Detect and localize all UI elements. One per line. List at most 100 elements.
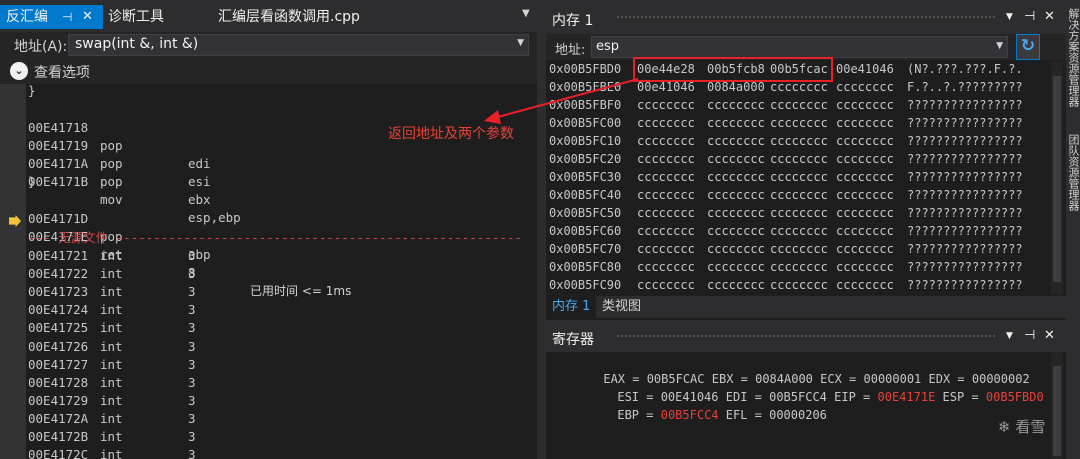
memory-word[interactable]: cccccccc: [770, 168, 828, 186]
close-icon[interactable]: ✕: [82, 5, 93, 29]
memory-word[interactable]: cccccccc: [637, 258, 695, 276]
vertical-scrollbar[interactable]: [524, 84, 537, 459]
chevron-down-icon[interactable]: ▼: [517, 38, 524, 48]
memory-ascii[interactable]: F.?..?.?????????: [907, 78, 1023, 96]
memory-word[interactable]: cccccccc: [770, 240, 828, 258]
tab-disassembly[interactable]: 反汇编 ⊣ ✕: [0, 5, 103, 29]
memory-word[interactable]: cccccccc: [707, 222, 765, 240]
memory-word[interactable]: 00e41046: [836, 60, 894, 78]
close-icon[interactable]: ✕: [1044, 9, 1055, 24]
pane-splitter[interactable]: [537, 0, 546, 459]
memory-ascii[interactable]: ????????????????: [907, 276, 1023, 294]
memory-word[interactable]: cccccccc: [770, 204, 828, 222]
memory-scrollbar[interactable]: [1051, 62, 1063, 294]
memory-word[interactable]: cccccccc: [637, 276, 695, 294]
chevron-down-icon[interactable]: ▼: [996, 41, 1003, 51]
memory-word[interactable]: cccccccc: [707, 276, 765, 294]
memory-word[interactable]: cccccccc: [770, 276, 828, 294]
memory-word[interactable]: cccccccc: [637, 168, 695, 186]
memory-word[interactable]: cccccccc: [836, 132, 894, 150]
memory-word[interactable]: cccccccc: [836, 258, 894, 276]
memory-word[interactable]: cccccccc: [836, 186, 894, 204]
memory-word[interactable]: cccccccc: [836, 204, 894, 222]
code-line[interactable]: 00E41718 pop edi: [28, 101, 211, 171]
memory-word[interactable]: cccccccc: [836, 240, 894, 258]
tab-memory-1[interactable]: 内存 1: [546, 296, 597, 318]
pin-icon[interactable]: ⊣: [1024, 328, 1035, 343]
memory-ascii[interactable]: ????????????????: [907, 222, 1023, 240]
registers-list[interactable]: EAX = 00B5FCAC EBX = 0084A000 ECX = 0000…: [546, 352, 1051, 459]
register-efl[interactable]: EFL = 00000206: [726, 408, 827, 422]
memory-ascii[interactable]: ????????????????: [907, 132, 1023, 150]
close-icon[interactable]: ✕: [1044, 328, 1055, 343]
memory-word[interactable]: cccccccc: [836, 96, 894, 114]
solution-explorer-tab[interactable]: 解决方案资源管理器: [1067, 8, 1080, 107]
memory-word[interactable]: cccccccc: [707, 168, 765, 186]
memory-word[interactable]: cccccccc: [637, 222, 695, 240]
memory-address-combobox[interactable]: esp ▼: [591, 36, 1008, 58]
scroll-thumb[interactable]: [1053, 76, 1061, 282]
memory-word[interactable]: cccccccc: [836, 168, 894, 186]
memory-word[interactable]: cccccccc: [836, 150, 894, 168]
register-esp-value[interactable]: 00B5FBD0: [986, 390, 1044, 404]
memory-word[interactable]: cccccccc: [707, 186, 765, 204]
window-menu-dropdown-icon[interactable]: ▼: [1006, 331, 1013, 341]
memory-word[interactable]: cccccccc: [707, 96, 765, 114]
memory-word[interactable]: cccccccc: [836, 276, 894, 294]
refresh-button[interactable]: ↻: [1016, 34, 1040, 60]
memory-word[interactable]: cccccccc: [770, 258, 828, 276]
memory-ascii[interactable]: ????????????????: [907, 168, 1023, 186]
view-options-label[interactable]: 查看选项: [34, 62, 90, 82]
pin-icon[interactable]: ⊣: [1024, 9, 1035, 24]
memory-ascii[interactable]: ????????????????: [907, 240, 1023, 258]
memory-word[interactable]: cccccccc: [770, 186, 828, 204]
window-menu-dropdown-icon[interactable]: ▼: [1006, 12, 1013, 22]
memory-word[interactable]: cccccccc: [836, 78, 894, 96]
registers-scrollbar[interactable]: [1051, 352, 1063, 459]
register-ebp-value[interactable]: 00B5FCC4: [661, 408, 719, 422]
pin-icon[interactable]: ⊣: [62, 5, 72, 29]
tab-source-file[interactable]: 汇编层看函数调用.cpp: [218, 5, 360, 29]
code-line-current[interactable]: 00E4171E ret 8 已用时间 <= 1ms: [28, 210, 351, 298]
memory-word[interactable]: cccccccc: [707, 132, 765, 150]
memory-word[interactable]: cccccccc: [707, 258, 765, 276]
memory-word[interactable]: cccccccc: [637, 186, 695, 204]
memory-ascii[interactable]: ????????????????: [907, 258, 1023, 276]
memory-word[interactable]: cccccccc: [707, 204, 765, 222]
title-grip[interactable]: [616, 334, 996, 339]
team-explorer-tab[interactable]: 团队资源管理器: [1067, 134, 1080, 211]
memory-word[interactable]: cccccccc: [836, 222, 894, 240]
memory-word[interactable]: cccccccc: [770, 222, 828, 240]
memory-word[interactable]: cccccccc: [637, 204, 695, 222]
memory-ascii[interactable]: ????????????????: [907, 150, 1023, 168]
memory-word[interactable]: cccccccc: [770, 114, 828, 132]
indicator-margin[interactable]: [0, 84, 26, 459]
memory-ascii[interactable]: (N?.???.???.F.?.: [907, 60, 1023, 78]
memory-word[interactable]: cccccccc: [770, 150, 828, 168]
memory-word[interactable]: cccccccc: [707, 150, 765, 168]
code-line[interactable]: 00E41719 pop esi: [28, 119, 211, 189]
tab-list-dropdown-icon[interactable]: ▼: [522, 8, 530, 19]
code-line[interactable]: 00E4171B mov esp,ebp: [28, 155, 241, 225]
memory-word[interactable]: cccccccc: [707, 114, 765, 132]
view-options-row[interactable]: ⌄ 查看选项: [0, 58, 537, 84]
code-line[interactable]: 00E4171D pop ebp: [28, 192, 211, 262]
memory-word[interactable]: cccccccc: [770, 132, 828, 150]
memory-word[interactable]: cccccccc: [836, 114, 894, 132]
memory-word[interactable]: cccccccc: [707, 240, 765, 258]
memory-ascii[interactable]: ????????????????: [907, 204, 1023, 222]
scroll-thumb[interactable]: [1053, 366, 1061, 456]
address-combobox[interactable]: swap(int &, int &) ▼: [68, 34, 529, 56]
tab-class-view[interactable]: 类视图: [602, 296, 641, 318]
memory-word[interactable]: cccccccc: [637, 240, 695, 258]
memory-word[interactable]: cccccccc: [637, 132, 695, 150]
register-eip-value[interactable]: 00E4171E: [878, 390, 936, 404]
tab-diagnostic-tools[interactable]: 诊断工具: [108, 5, 164, 29]
title-grip[interactable]: [616, 15, 996, 20]
memory-ascii[interactable]: ????????????????: [907, 186, 1023, 204]
chevron-down-circle-icon[interactable]: ⌄: [10, 62, 28, 80]
memory-word[interactable]: cccccccc: [637, 150, 695, 168]
memory-ascii[interactable]: ????????????????: [907, 114, 1023, 132]
code-line[interactable]: 00E4171A pop ebx: [28, 137, 211, 207]
memory-word[interactable]: cccccccc: [770, 96, 828, 114]
